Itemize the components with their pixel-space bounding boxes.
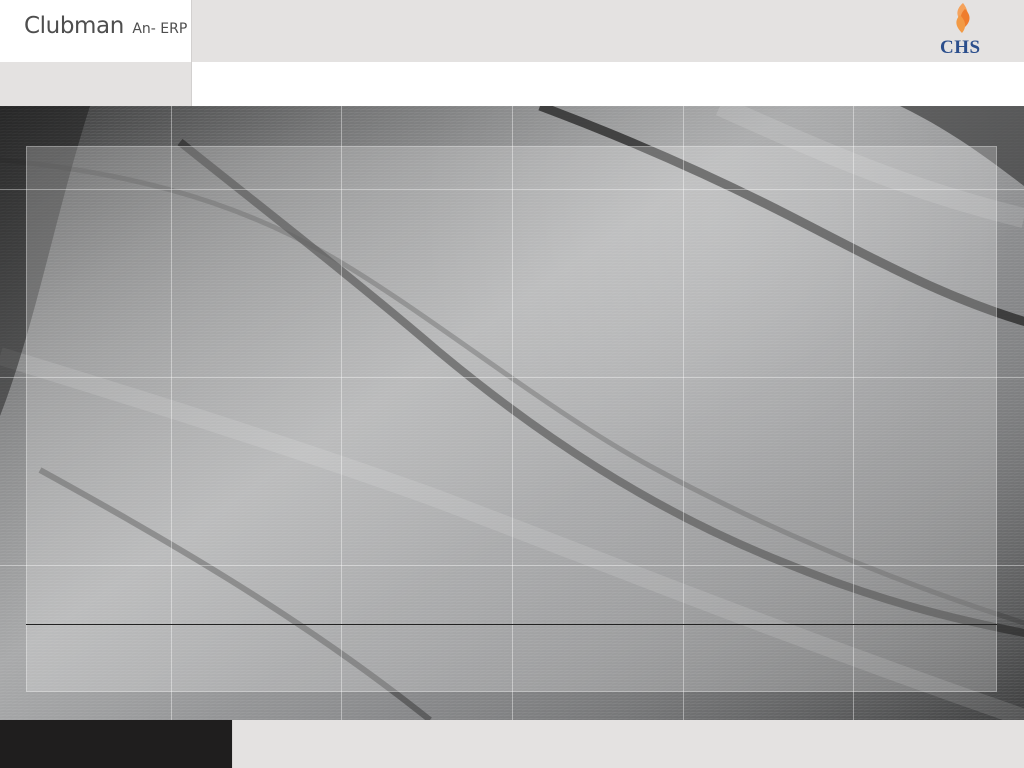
footer-dark-block [0,720,232,768]
chs-logo-text: CHS [940,37,981,58]
slide-grid-horizontal-line [0,565,1024,566]
app-title-subtitle: An- ERP [132,21,188,37]
slide-grid-vertical-line [853,106,854,720]
slide-grid-vertical-line [683,106,684,720]
content-divider-line [26,624,997,625]
chs-logo: CHS [932,2,994,58]
footer-light-block [232,720,1024,768]
presentation-slide: Clubman An- ERP CHS [0,0,1024,768]
slide-grid-horizontal-line [0,377,1024,378]
title-box: Clubman An- ERP [0,0,192,106]
slide-grid-vertical-line [171,106,172,720]
slide-grid-vertical-line [512,106,513,720]
slide-grid-horizontal-line [0,189,1024,190]
app-title-main: Clubman [24,13,124,39]
flame-icon [956,3,970,33]
app-title: Clubman An- ERP [24,15,187,38]
slide-grid-vertical-line [341,106,342,720]
